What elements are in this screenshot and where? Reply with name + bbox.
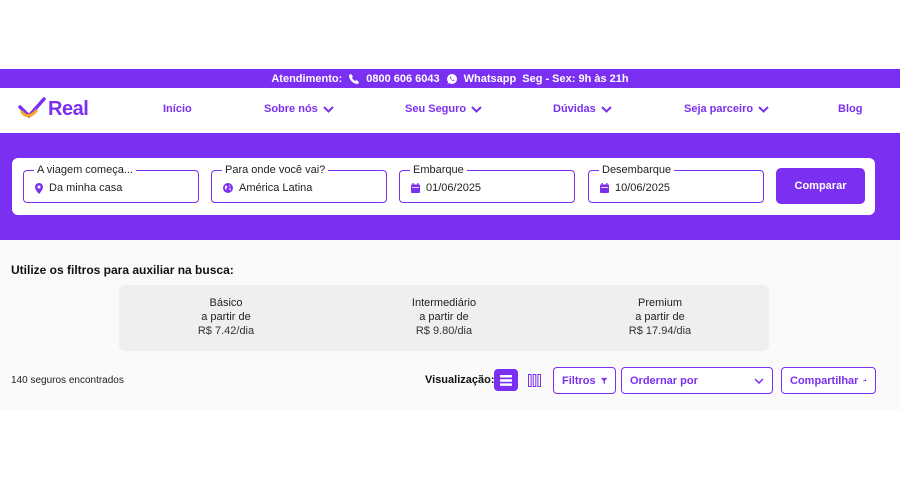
nav-seja-parceiro-label: Seja parceiro [684, 103, 754, 115]
origin-value: Da minha casa [49, 182, 123, 194]
nav-sobre-nos[interactable]: Sobre nós [264, 103, 334, 115]
nav-seu-seguro[interactable]: Seu Seguro [405, 103, 482, 115]
departure-label: Embarque [410, 164, 467, 176]
search-form: A viagem começa... Da minha casa Para on… [12, 158, 875, 215]
chevron-down-icon [323, 105, 334, 113]
nav-duvidas-label: Dúvidas [553, 103, 596, 115]
share-arrow-icon [863, 379, 867, 382]
list-view-button[interactable] [494, 369, 518, 391]
filters-title: Utilize os filtros para auxiliar na busc… [11, 263, 234, 277]
globe-icon [223, 183, 233, 193]
sort-select-value: Ordernar por [630, 374, 698, 387]
plan-name: Intermediário [411, 297, 477, 309]
plan-name: Premium [637, 297, 682, 309]
search-band: A viagem começa... Da minha casa Para on… [0, 133, 900, 240]
return-value: 10/06/2025 [615, 182, 671, 194]
plan-premium[interactable]: Premium a partir de R$ 17.94/dia [580, 296, 740, 338]
whatsapp-icon [446, 73, 457, 84]
chevron-down-icon [471, 105, 482, 113]
plan-from: a partir de [635, 311, 685, 323]
plan-price: R$ 7.42/dia [197, 325, 255, 337]
destination-field[interactable]: Para onde você vai? América Latina [211, 164, 387, 203]
origin-label: A viagem começa... [34, 164, 136, 176]
calendar-icon [411, 183, 420, 193]
filters-button-label: Filtros [562, 374, 596, 387]
logo-text: Real [48, 97, 89, 120]
destination-value: América Latina [239, 182, 313, 194]
nav-seja-parceiro[interactable]: Seja parceiro [684, 103, 769, 115]
plan-intermediario[interactable]: Intermediário a partir de R$ 9.80/dia [364, 296, 524, 338]
columns-icon [527, 373, 541, 387]
nav-blog-label: Blog [838, 103, 863, 115]
chevron-down-icon [754, 377, 764, 384]
view-mode-label: Visualização: [425, 374, 495, 386]
departure-date-field[interactable]: Embarque 01/06/2025 [399, 164, 575, 203]
nav-duvidas[interactable]: Dúvidas [553, 103, 612, 115]
phone-icon [349, 73, 360, 84]
nav-blog[interactable]: Blog [838, 103, 862, 115]
nav-inicio[interactable]: Início [163, 103, 192, 115]
plan-basico[interactable]: Básico a partir de R$ 7.42/dia [146, 296, 306, 338]
share-button[interactable]: Compartilhar [781, 367, 876, 394]
plan-from: a partir de [419, 311, 469, 323]
sort-select[interactable]: Ordernar por [621, 367, 773, 394]
nav-sobre-nos-label: Sobre nós [264, 103, 318, 115]
logo-check-icon [18, 97, 46, 118]
filters-button[interactable]: Filtros [553, 367, 616, 394]
real-logo[interactable]: Real [18, 97, 89, 121]
plan-from: a partir de [201, 311, 251, 323]
funnel-icon [600, 377, 607, 384]
main-header: Real Início Sobre nós Seu Seguro Dúvidas… [0, 88, 900, 133]
phone-number[interactable]: 0800 606 6043 [366, 73, 439, 85]
top-contact-bar: Atendimento: 0800 606 6043 Whatsapp Seg … [0, 69, 900, 88]
atendimento-label: Atendimento: [271, 72, 343, 85]
plan-price: R$ 17.94/dia [628, 325, 692, 337]
business-hours: Seg - Sex: 9h às 21h [522, 72, 629, 85]
nav-seu-seguro-label: Seu Seguro [405, 103, 467, 115]
chevron-down-icon [758, 105, 769, 113]
calendar-icon [600, 183, 609, 193]
list-icon [500, 374, 512, 386]
location-pin-icon [35, 182, 43, 194]
results-area: Utilize os filtros para auxiliar na busc… [0, 240, 900, 410]
results-count: 140 seguros encontrados [11, 375, 124, 386]
return-label: Desembarque [599, 164, 675, 176]
share-button-label: Compartilhar [790, 374, 859, 387]
column-view-button[interactable] [522, 369, 546, 391]
chevron-down-icon [601, 105, 612, 113]
departure-value: 01/06/2025 [426, 182, 482, 194]
plan-tiers: Básico a partir de R$ 7.42/dia Intermedi… [119, 285, 769, 351]
origin-field[interactable]: A viagem começa... Da minha casa [23, 164, 199, 203]
return-date-field[interactable]: Desembarque 10/06/2025 [588, 164, 764, 203]
plan-price: R$ 9.80/dia [415, 325, 473, 337]
destination-label: Para onde você vai? [222, 164, 329, 176]
compare-button[interactable]: Comparar [776, 168, 865, 204]
whatsapp-link[interactable]: Whatsapp [464, 73, 517, 85]
nav-inicio-label: Início [163, 103, 192, 115]
plan-name: Básico [209, 297, 243, 309]
